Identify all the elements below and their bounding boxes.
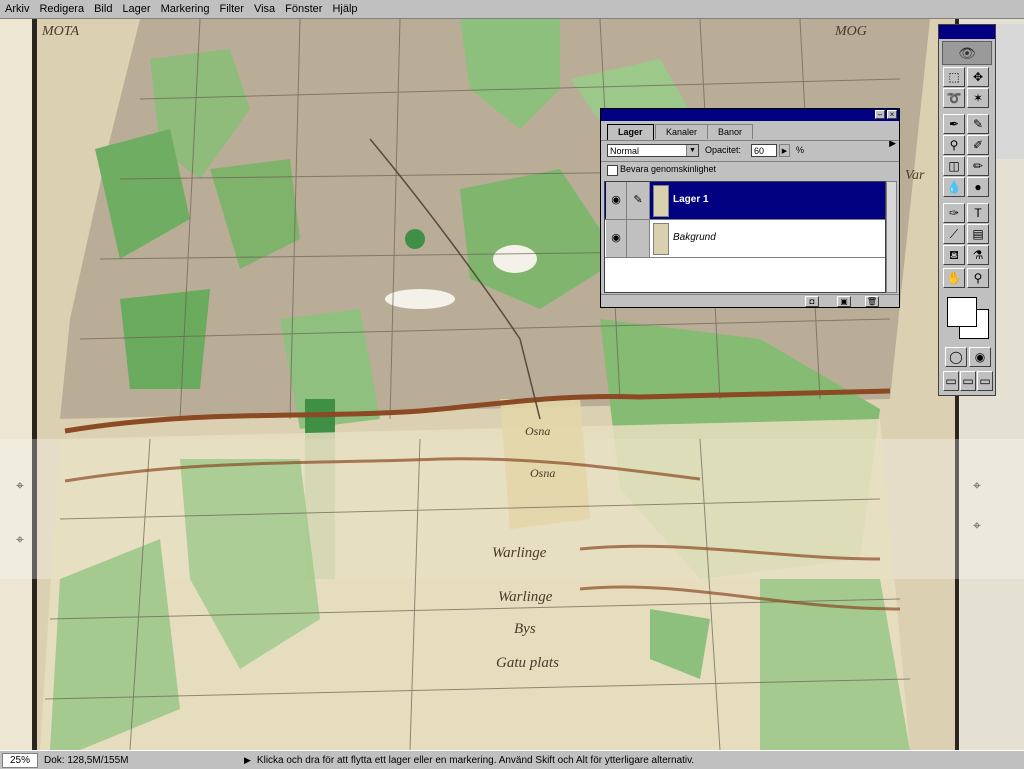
opacity-unit: % [796,145,805,155]
airbrush-tool-icon[interactable]: ✒ [943,114,965,134]
map-label: Osna [525,424,550,438]
menu-redigera[interactable]: Redigera [34,3,89,15]
tab-banor[interactable]: Banor [707,124,754,139]
status-bar: 25% Dok: 128,5M/155M ▶ Klicka och dra fö… [0,750,1024,769]
screen-mode-full-menu-icon[interactable]: ▭ [960,371,976,391]
brush-icon[interactable]: ✎ [627,182,650,219]
map-label: Warlinge [498,589,553,605]
history-brush-tool-icon[interactable]: ✐ [967,135,989,155]
pen-tool-icon[interactable]: ✑ [943,203,965,223]
status-menu-arrow-icon[interactable]: ▶ [244,755,251,766]
pencil-tool-icon[interactable]: ✏ [967,156,989,176]
tab-lager[interactable]: Lager [607,124,654,140]
blend-mode-select[interactable]: Normal ▼ [607,144,699,157]
menu-filter[interactable]: Filter [214,3,248,15]
type-tool-icon[interactable]: T [967,203,989,223]
menu-bild[interactable]: Bild [89,3,117,15]
opacity-slider-arrow-icon[interactable]: ▶ [779,144,790,157]
toolbox: 👁 ⬚ ✥ ➰ ✶ ✒ ✎ ⚲ ✐ ◫ ✏ 💧 ● ✑ T ⟋ ▤ ⛾ ⚗ ✋ … [938,24,996,396]
registration-mark-icon: ⌖ [973,477,981,493]
chevron-down-icon: ▼ [686,145,698,156]
layers-scrollbar[interactable] [886,181,897,293]
close-button[interactable]: × [887,110,897,119]
gradient-tool-icon[interactable]: ▤ [967,224,989,244]
layer-name: Bakgrund [673,232,716,243]
menu-fonster[interactable]: Fönster [280,3,327,15]
dodge-tool-icon[interactable]: ● [967,177,989,197]
eye-logo-icon[interactable]: 👁 [942,41,992,65]
map-label: Osna [530,466,555,480]
minimize-button[interactable]: – [875,110,885,119]
layers-list: ◉ ✎ Lager 1 ◉ Bakgrund [604,181,886,293]
ruler [996,24,1024,159]
quick-mask-icon[interactable]: ◉ [969,347,991,367]
menu-markering[interactable]: Markering [156,3,215,15]
stamp-tool-icon[interactable]: ⚲ [943,135,965,155]
color-swatches[interactable] [945,295,991,341]
map-label: Gatu plats [496,655,559,671]
map-label: Var [905,168,925,183]
layers-palette: – × Lager Kanaler Banor ▶ Normal ▼ Opacit… [600,108,900,308]
registration-mark-icon: ⌖ [16,477,24,493]
lasso-tool-icon[interactable]: ➰ [943,88,965,108]
eye-icon[interactable]: ◉ [606,182,627,219]
layer-name: Lager 1 [673,194,709,205]
standard-mode-icon[interactable]: ◯ [945,347,967,367]
magic-wand-tool-icon[interactable]: ✶ [967,88,989,108]
registration-mark-icon: ⌖ [973,517,981,533]
opacity-input[interactable]: 60 [751,144,777,157]
status-message: Klicka och dra för att flytta ett lager … [256,754,695,766]
menu-visa[interactable]: Visa [249,3,280,15]
doc-size: Dok: 128,5M/155M [44,754,129,766]
brush-tool-icon[interactable]: ✎ [967,114,989,134]
blend-mode-value: Normal [610,146,640,156]
field-green [120,289,210,389]
move-tool-icon[interactable]: ✥ [967,67,989,87]
new-layer-icon[interactable]: ▣ [837,296,851,307]
tab-kanaler[interactable]: Kanaler [655,124,709,139]
menu-bar: Arkiv Redigera Bild Lager Markering Filt… [0,0,1024,19]
eraser-tool-icon[interactable]: ◫ [943,156,965,176]
toolbox-titlebar[interactable] [939,25,995,39]
layer-row[interactable]: ◉ ✎ Lager 1 [605,182,885,220]
preserve-transparency-checkbox[interactable] [607,165,618,176]
registration-mark-icon: ⌖ [16,531,24,547]
trash-icon[interactable]: 🗑 [865,296,879,307]
screen-mode-full-icon[interactable]: ▭ [977,371,993,391]
add-mask-icon[interactable]: ◘ [805,296,819,307]
zoom-field[interactable]: 25% [2,752,38,768]
eyedropper-tool-icon[interactable]: ⚗ [967,245,989,265]
zoom-tool-icon[interactable]: ⚲ [967,268,989,288]
menu-arkiv[interactable]: Arkiv [0,3,34,15]
menu-hjalp[interactable]: Hjälp [327,3,362,15]
layer-thumbnail [653,185,669,217]
map-label: Bys [514,621,536,637]
hand-tool-icon[interactable]: ✋ [943,268,965,288]
link-slot[interactable] [627,220,650,257]
blur-tool-icon[interactable]: 💧 [943,177,965,197]
preserve-transparency-label: Bevara genomskinlighet [620,164,717,174]
map-label: MOTA [41,24,80,39]
foreground-color[interactable] [947,297,977,327]
menu-lager[interactable]: Lager [117,3,155,15]
measure-tool-icon[interactable]: ⟋ [943,224,965,244]
paint-bucket-tool-icon[interactable]: ⛾ [943,245,965,265]
screen-mode-standard-icon[interactable]: ▭ [943,371,959,391]
map-label: MOG [834,24,867,39]
eye-icon[interactable]: ◉ [606,220,627,257]
layer-thumbnail [653,223,669,255]
opacity-label: Opacitet: [705,145,742,155]
layer-row[interactable]: ◉ Bakgrund [605,220,885,258]
map-label: Warlinge [492,545,547,561]
marquee-tool-icon[interactable]: ⬚ [943,67,965,87]
palette-titlebar[interactable]: – × [601,109,899,121]
